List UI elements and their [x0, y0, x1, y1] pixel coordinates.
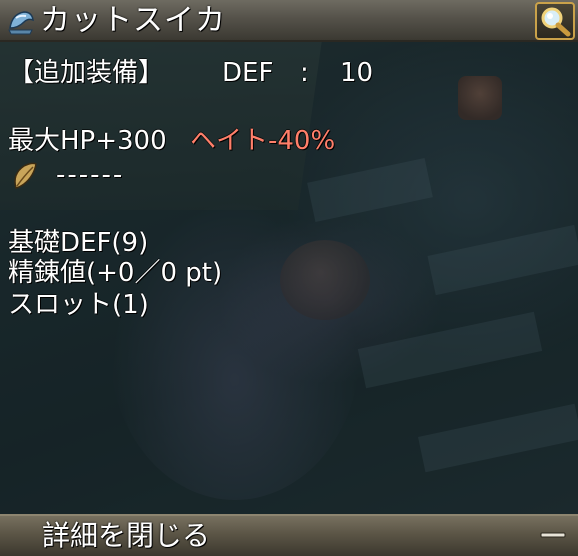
effect-hate: ヘイト-40% — [190, 126, 336, 156]
effect-max-hp: 最大HP+300 — [8, 126, 167, 156]
title-bar[interactable]: カットスイカ — [0, 0, 578, 42]
def-label: DEF — [222, 58, 274, 88]
magnifier-icon — [541, 7, 571, 37]
base-def: 基礎DEF(9) — [8, 228, 149, 258]
card-slot-line: ------ — [56, 160, 125, 190]
close-details-bar[interactable]: 詳細を閉じる — [0, 514, 578, 556]
def-separator: : — [300, 58, 309, 88]
helmet-icon — [8, 11, 34, 35]
item-detail-window: カットスイカ 【追加装備】 DEF : 10 最大HP+300 ヘイト-40% … — [0, 0, 578, 556]
slot-count: スロット(1) — [8, 290, 149, 320]
search-button[interactable] — [535, 2, 575, 40]
minus-icon[interactable] — [540, 528, 566, 542]
def-value: 10 — [340, 58, 374, 88]
leaf-icon — [14, 162, 37, 189]
item-name: カットスイカ — [40, 3, 226, 38]
refine-value: 精錬値(+0／0 pt) — [8, 258, 223, 288]
close-details-label[interactable]: 詳細を閉じる — [42, 517, 210, 555]
additional-equip-label: 【追加装備】 — [8, 58, 165, 88]
